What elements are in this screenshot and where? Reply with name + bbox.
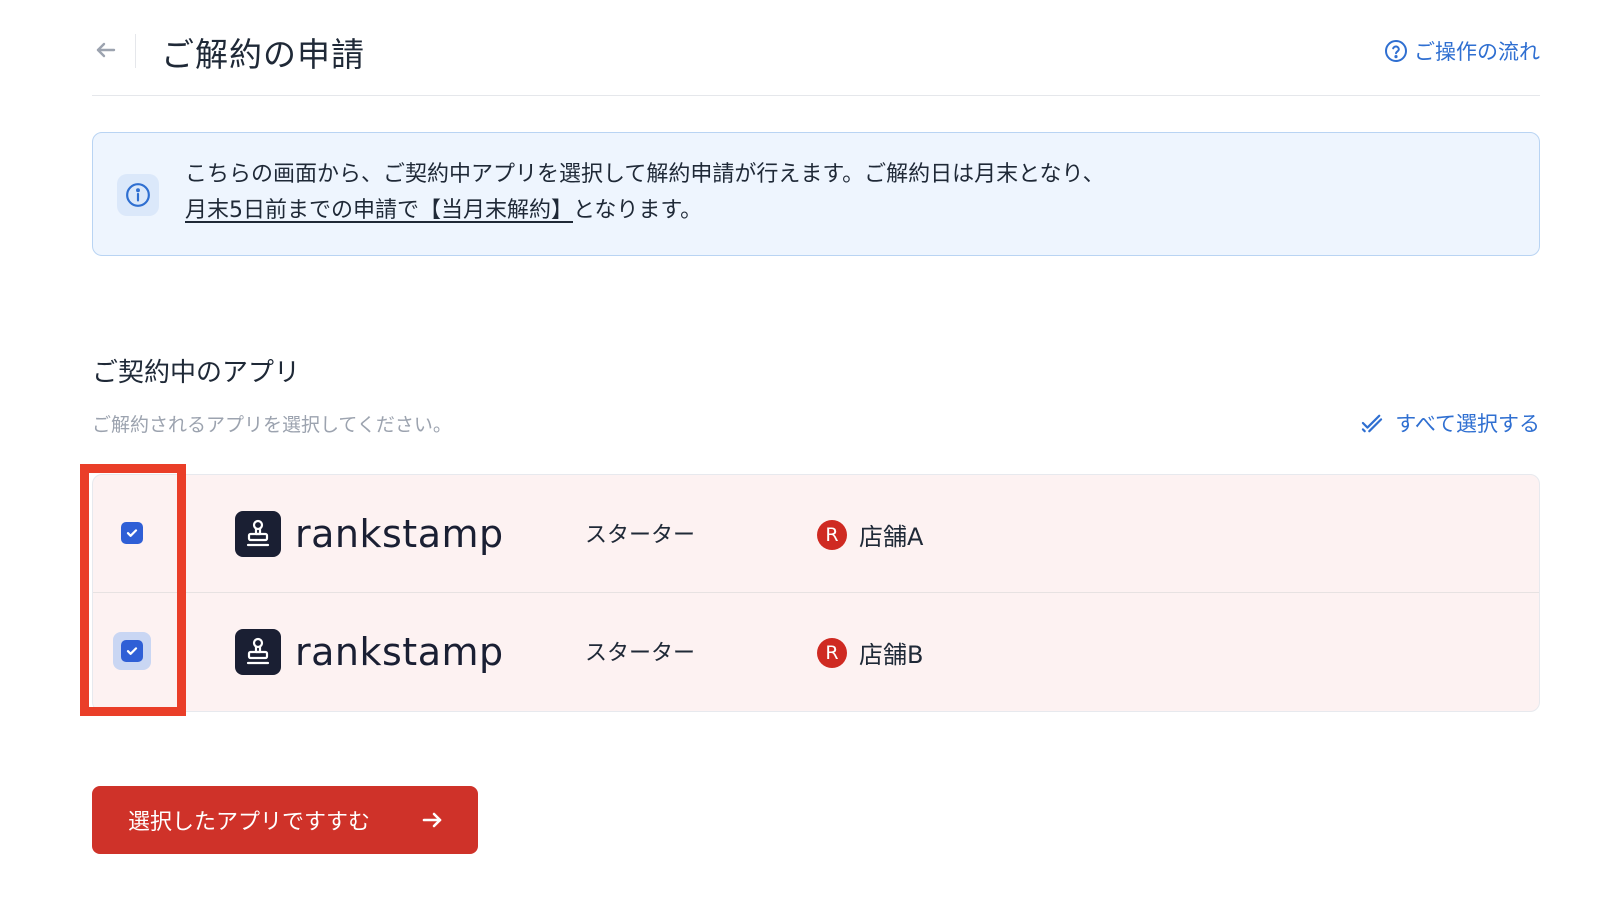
shop-name: 店舗B (859, 641, 924, 669)
page-title: ご解約の申請 (161, 35, 365, 74)
app-shop: R 店舗A (817, 517, 923, 552)
info-notice: こちらの画面から、ご契約中アプリを選択して解約申請が行えます。ご解約日は月末とな… (92, 132, 1540, 256)
rankstamp-logo: rankstamp (235, 629, 504, 675)
rakuten-badge: R (817, 519, 847, 550)
shop-name: 店舗A (859, 523, 924, 551)
rankstamp-logo: rankstamp (235, 511, 504, 557)
app-shop: R 店舗B (817, 635, 923, 670)
arrow-right-icon (422, 812, 442, 828)
stamp-icon (246, 519, 270, 547)
app-name: rankstamp (295, 630, 504, 674)
operation-flow-label: ご操作の流れ (1414, 40, 1540, 64)
app-list: rankstamp スターター R 店舗A rankstamp スターター R … (92, 474, 1540, 712)
question-circle-icon (1385, 40, 1407, 62)
proceed-button[interactable]: 選択したアプリですすむ (92, 786, 478, 854)
app-checkbox[interactable] (113, 632, 151, 670)
section-title: ご契約中のアプリ (92, 358, 301, 388)
select-all-label: すべて選択する (1395, 412, 1540, 436)
app-plan: スターター (585, 523, 696, 548)
app-plan: スターター (585, 641, 696, 666)
check-icon (126, 647, 138, 655)
info-icon-wrap (117, 174, 159, 216)
info-icon (126, 183, 150, 207)
stamp-icon (246, 637, 270, 665)
info-text: こちらの画面から、ご契約中アプリを選択して解約申請が行えます。ご解約日は月末とな… (185, 157, 1485, 229)
check-icon (126, 529, 138, 537)
app-row[interactable]: rankstamp スターター R 店舗B (93, 593, 1539, 711)
rakuten-badge: R (817, 637, 847, 668)
info-text-deadline: 月末5日前までの申請で【当月末解約】 (185, 198, 573, 223)
info-text-main: こちらの画面から、ご契約中アプリを選択して解約申請が行えます。ご解約日は月末とな… (185, 162, 1105, 187)
arrow-left-icon (96, 42, 116, 58)
header-divider (135, 34, 136, 68)
app-checkbox[interactable] (113, 514, 151, 552)
app-name: rankstamp (295, 512, 504, 556)
back-button[interactable] (92, 36, 120, 64)
page-header: ご解約の申請 ご操作の流れ (92, 22, 1540, 96)
select-all-button[interactable]: すべて選択する (1361, 408, 1540, 438)
section-subtitle: ご解約されるアプリを選択してください。 (92, 414, 452, 436)
proceed-label: 選択したアプリですすむ (128, 810, 371, 835)
app-row[interactable]: rankstamp スターター R 店舗A (93, 475, 1539, 593)
double-check-icon (1362, 414, 1383, 433)
operation-flow-link[interactable]: ご操作の流れ (1384, 36, 1540, 66)
info-text-end: となります。 (573, 198, 703, 223)
